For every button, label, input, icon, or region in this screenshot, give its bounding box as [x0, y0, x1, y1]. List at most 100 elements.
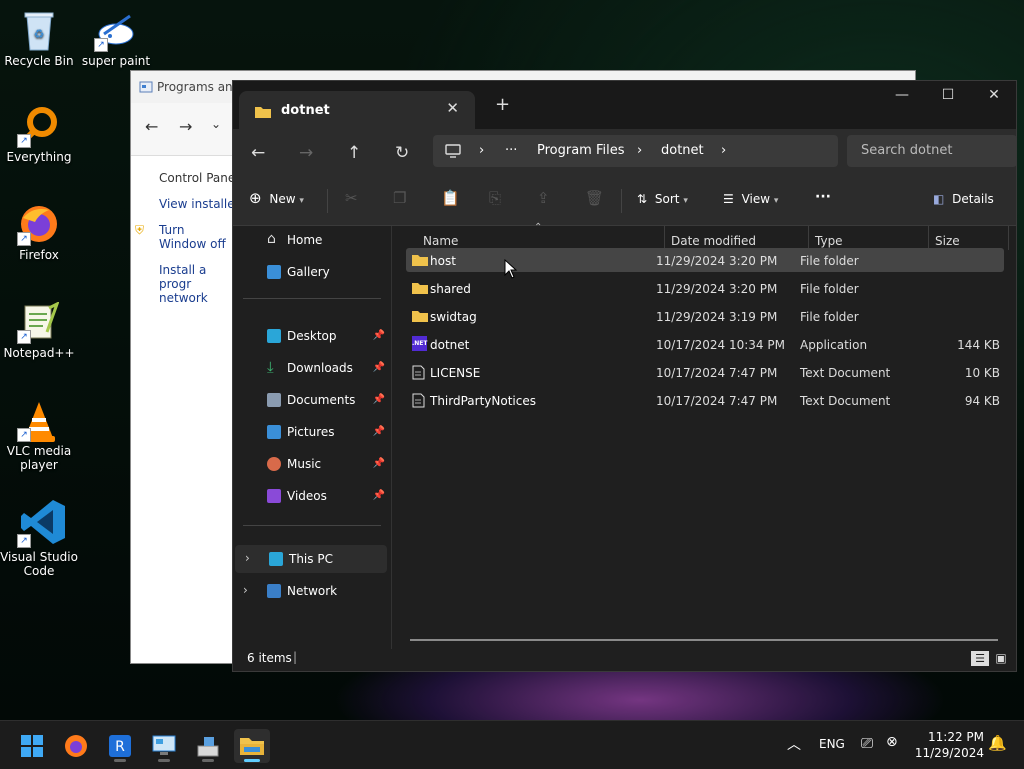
- rename-icon[interactable]: ⎘: [489, 189, 501, 207]
- desktop-icon-recycle-bin[interactable]: ♻ Recycle Bin: [0, 10, 79, 68]
- tab-dotnet[interactable]: dotnet ✕: [239, 91, 475, 129]
- sidebar-item-music[interactable]: Music 📌: [233, 450, 389, 478]
- control-panel-link[interactable]: Control Panel: [159, 171, 242, 185]
- table-row[interactable]: LICENSE 10/17/2024 7:47 PM Text Document…: [406, 360, 1004, 384]
- taskbar-firefox[interactable]: [58, 729, 94, 763]
- turn-windows-features-link[interactable]: Turn Window off: [159, 223, 231, 251]
- shortcut-arrow-icon: ↗: [17, 428, 31, 442]
- table-row[interactable]: host 11/29/2024 3:20 PM File folder: [406, 248, 1004, 272]
- desktop-icon-vscode[interactable]: ↗ Visual Studio Code: [0, 498, 79, 578]
- forward-button[interactable]: →: [299, 143, 313, 163]
- taskbar-app-r[interactable]: R: [102, 729, 138, 763]
- sidebar-item-videos[interactable]: Videos 📌: [233, 482, 389, 510]
- forward-arrow-icon[interactable]: →: [179, 117, 192, 136]
- paste-icon[interactable]: 📋: [441, 189, 460, 207]
- notification-bell-icon[interactable]: 🔔: [988, 734, 1007, 752]
- view-button[interactable]: ☰ View ▾: [723, 192, 778, 206]
- language-indicator[interactable]: ENG: [819, 737, 845, 751]
- back-arrow-icon[interactable]: ←: [145, 117, 158, 136]
- more-options-button[interactable]: ···: [815, 189, 831, 205]
- new-tab-button[interactable]: +: [495, 94, 510, 115]
- desktop-icon-notepadpp[interactable]: ↗ Notepad++: [0, 300, 79, 360]
- sidebar-item-downloads[interactable]: ⤓ Downloads 📌: [233, 354, 389, 382]
- videos-icon: [267, 489, 281, 503]
- sidebar-item-network[interactable]: › Network: [233, 577, 389, 605]
- pin-icon[interactable]: 📌: [373, 458, 385, 469]
- table-row[interactable]: shared 11/29/2024 3:20 PM File folder: [406, 276, 1004, 300]
- desktop-icon-vlc[interactable]: ↗ VLC media player: [0, 400, 79, 472]
- column-divider[interactable]: [808, 226, 809, 250]
- taskbar-control-panel[interactable]: [146, 729, 182, 763]
- up-button[interactable]: ↑: [347, 143, 361, 163]
- column-divider[interactable]: [928, 226, 929, 250]
- pin-icon[interactable]: 📌: [373, 330, 385, 341]
- close-tab-icon[interactable]: ✕: [446, 99, 459, 117]
- share-icon[interactable]: ⇪: [537, 189, 550, 207]
- cut-icon[interactable]: ✂: [345, 189, 358, 207]
- file-explorer-window[interactable]: dotnet ✕ + — ☐ ✕ ← → ↑ ↻ › ··· Program F…: [232, 80, 1017, 672]
- column-header-date[interactable]: Date modified: [671, 234, 756, 248]
- pictures-icon: [267, 425, 281, 439]
- chevron-right-icon[interactable]: ›: [243, 583, 248, 597]
- show-hidden-icons-chevron[interactable]: ︿: [787, 734, 801, 754]
- file-explorer-icon: [240, 738, 264, 755]
- pin-icon[interactable]: 📌: [373, 362, 385, 373]
- chevron-right-icon: ›: [479, 143, 485, 158]
- sidebar-item-desktop[interactable]: Desktop 📌: [233, 322, 389, 350]
- running-indicator: [114, 759, 126, 762]
- sidebar-item-this-pc[interactable]: › This PC: [235, 545, 387, 573]
- table-row[interactable]: ThirdPartyNotices 10/17/2024 7:47 PM Tex…: [406, 388, 1004, 412]
- breadcrumb-program-files[interactable]: Program Files: [537, 143, 625, 158]
- clock[interactable]: 11:22 PM 11/29/2024: [912, 729, 984, 761]
- column-header-type[interactable]: Type: [815, 234, 843, 248]
- new-button[interactable]: ⊕ New ▾: [249, 189, 304, 207]
- more-crumbs[interactable]: ···: [505, 143, 517, 158]
- running-indicator: [158, 759, 170, 762]
- taskbar-programs-features[interactable]: [190, 729, 226, 763]
- column-divider[interactable]: [1008, 226, 1009, 250]
- view-list-icon: ☰: [723, 192, 734, 206]
- taskbar-file-explorer[interactable]: [234, 729, 270, 763]
- refresh-button[interactable]: ↻: [395, 143, 409, 163]
- sort-button[interactable]: ⇅ Sort ▾: [637, 192, 688, 206]
- minimize-button[interactable]: —: [879, 87, 925, 103]
- pin-icon[interactable]: 📌: [373, 426, 385, 437]
- table-row[interactable]: .NET dotnet 10/17/2024 10:34 PM Applicat…: [406, 332, 1004, 356]
- column-divider[interactable]: [664, 226, 665, 250]
- display-icon[interactable]: ⎚: [861, 734, 873, 752]
- large-icons-view-button[interactable]: ▣: [993, 651, 1009, 666]
- copy-icon[interactable]: ❐: [393, 189, 406, 207]
- network-status-icon[interactable]: ⊗: [886, 734, 898, 750]
- view-installed-link[interactable]: View installed: [159, 197, 242, 211]
- desktop-icon-everything[interactable]: ↗ Everything: [0, 106, 79, 164]
- address-bar[interactable]: › ··· Program Files › dotnet ›: [433, 135, 838, 167]
- back-button[interactable]: ←: [251, 143, 265, 163]
- column-header-size[interactable]: Size: [935, 234, 960, 248]
- horizontal-scrollbar[interactable]: [410, 639, 998, 641]
- vscode-icon: ↗: [17, 498, 65, 548]
- chevron-right-icon[interactable]: ›: [245, 551, 250, 565]
- maximize-button[interactable]: ☐: [925, 87, 971, 103]
- shield-icon: ⛨: [135, 223, 145, 237]
- sidebar-item-pictures[interactable]: Pictures 📌: [233, 418, 389, 446]
- details-pane-button[interactable]: ◧ Details: [933, 192, 994, 206]
- documents-icon: [267, 393, 281, 407]
- column-header-name[interactable]: Name: [423, 234, 458, 248]
- table-row[interactable]: swidtag 11/29/2024 3:19 PM File folder: [406, 304, 1004, 328]
- install-program-link[interactable]: Install a progr network: [159, 263, 235, 305]
- start-button[interactable]: [14, 729, 50, 763]
- close-window-button[interactable]: ✕: [971, 87, 1017, 103]
- desktop-icon-firefox[interactable]: ↗ Firefox: [0, 204, 79, 262]
- pin-icon[interactable]: 📌: [373, 490, 385, 501]
- delete-icon[interactable]: 🗑: [585, 189, 604, 207]
- search-input[interactable]: Search dotnet: [847, 135, 1017, 167]
- chevron-down-icon[interactable]: ⌄: [211, 117, 221, 131]
- sidebar-item-documents[interactable]: Documents 📌: [233, 386, 389, 414]
- details-view-button[interactable]: ☰: [971, 651, 989, 666]
- desktop-icon-super-paint[interactable]: ↗ super paint: [76, 10, 156, 68]
- breadcrumb-dotnet[interactable]: dotnet: [661, 143, 704, 158]
- sidebar-item-home[interactable]: ⌂ Home: [233, 226, 389, 254]
- pin-icon[interactable]: 📌: [373, 394, 385, 405]
- sidebar-item-gallery[interactable]: Gallery: [233, 258, 389, 286]
- firefox-icon: [65, 735, 87, 757]
